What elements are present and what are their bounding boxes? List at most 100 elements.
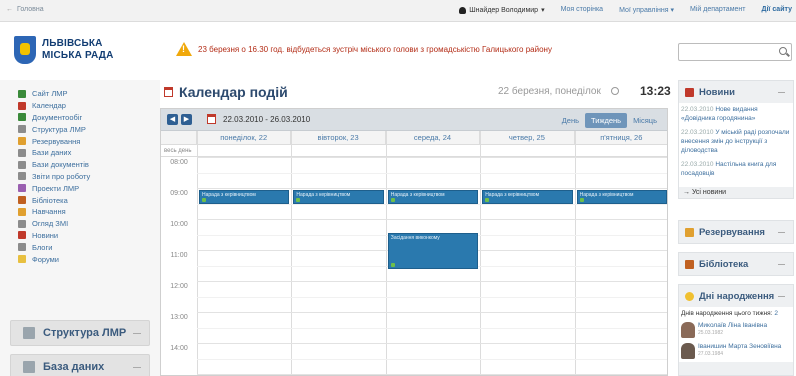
menu-item-icon <box>18 231 26 240</box>
date-picker-icon[interactable] <box>207 114 216 124</box>
day-column-header[interactable]: четвер, 25 <box>480 131 575 145</box>
hour-label: 13:00 <box>170 314 188 321</box>
sidebar-item[interactable]: Бібліотека <box>18 194 160 206</box>
top-nav: Шнайдер Володимир ▾ Моя сторінка Мої упра… <box>459 6 792 14</box>
sidebar-item[interactable]: Документообіг <box>18 112 160 124</box>
menu-item-icon <box>18 184 26 193</box>
sidebar-item[interactable]: Бази документів <box>18 159 160 171</box>
calendar-event[interactable]: Нарада з керівництвом <box>293 190 384 204</box>
calendar-event[interactable]: Засідання виконкому <box>387 233 479 269</box>
home-link[interactable]: ← Головна <box>6 6 44 13</box>
sidebar-item-label: Календар <box>32 101 66 111</box>
event-title: Нарада з керівництвом <box>202 192 256 198</box>
news-item[interactable]: 22.03.2010 Настільна книга для посадовці… <box>681 160 791 178</box>
sidebar-item-label: Новини <box>32 230 59 240</box>
birthday-person[interactable]: Іванишин Марта Зеновіївна 27.03.1984 <box>681 343 791 359</box>
sidebar-item[interactable]: Звіти про роботу <box>18 171 160 183</box>
hour-label: 14:00 <box>170 345 188 352</box>
sidebar-item[interactable]: Бази даних <box>18 147 160 159</box>
person-birth-date: 25.03.1982 <box>698 330 724 336</box>
person-name: Іванишин Марта Зеновіївна <box>698 343 782 350</box>
date-range: 22.03.2010 - 26.03.2010 <box>223 115 311 124</box>
my-department-link[interactable]: Мій департамент <box>690 6 745 14</box>
collapse-icon[interactable] <box>778 296 785 297</box>
news-header[interactable]: Новини <box>679 81 793 103</box>
recurrence-icon <box>390 262 395 267</box>
site-actions-link[interactable]: Дії сайту <box>761 6 792 14</box>
book-icon <box>685 259 694 269</box>
collapse-icon[interactable] <box>778 264 785 265</box>
sidebar-item-label: Навчання <box>32 207 66 217</box>
view-tab[interactable]: День <box>556 113 585 128</box>
view-tab[interactable]: Місяць <box>627 113 663 128</box>
column-divider <box>197 131 198 375</box>
sidebar-item-label: Документообіг <box>32 112 83 122</box>
calendar-event[interactable]: Нарада з керівництвом <box>576 190 667 204</box>
calendar-event[interactable]: Нарада з керівництвом <box>482 190 573 204</box>
sidebar-item-label: Бази документів <box>32 160 89 170</box>
sidebar-block-structure[interactable]: Структура ЛМР <box>10 320 150 346</box>
day-column-header[interactable]: середа, 24 <box>385 131 481 145</box>
sidebar-item[interactable]: Огляд ЗМІ <box>18 218 160 230</box>
sidebar-item[interactable]: Структура ЛМР <box>18 123 160 135</box>
person-name: Миколаїв Ліна Іванівна <box>698 322 768 329</box>
library-panel[interactable]: Бібліотека <box>678 252 794 276</box>
day-column-header[interactable]: вівторок, 23 <box>291 131 386 145</box>
event-title: Нарада з керівництвом <box>296 192 351 198</box>
birthday-person[interactable]: Миколаїв Ліна Іванівна 25.03.1982 <box>681 322 791 338</box>
calendar-event[interactable]: Нарада з керівництвом <box>387 190 479 204</box>
collapse-icon[interactable] <box>778 232 785 233</box>
avatar <box>681 322 695 338</box>
collapse-icon[interactable] <box>133 333 141 334</box>
reservation-icon <box>685 227 694 237</box>
recurrence-icon <box>390 197 395 202</box>
sidebar-item[interactable]: Блоги <box>18 241 160 253</box>
menu-item-icon <box>18 148 26 157</box>
sidebar-item-label: Проекти ЛМР <box>32 183 80 193</box>
news-item[interactable]: 22.03.2010 Нове видання «Довідника город… <box>681 105 791 123</box>
chevron-down-icon: ▾ <box>670 7 675 14</box>
reservations-panel[interactable]: Резервування <box>678 220 794 244</box>
sidebar-item[interactable]: Форуми <box>18 253 160 265</box>
sidebar-item-label: Бази даних <box>32 148 72 158</box>
sidebar-block-database[interactable]: База даних <box>10 354 150 376</box>
birthdays-header[interactable]: Дні народження <box>679 285 793 307</box>
sidebar-item-label: Блоги <box>32 242 53 252</box>
current-date: 22 березня, понеділок <box>498 86 623 97</box>
sidebar-item[interactable]: Новини <box>18 230 160 242</box>
user-menu[interactable]: Шнайдер Володимир ▾ <box>459 6 545 14</box>
news-list: 22.03.2010 Нове видання «Довідника город… <box>679 103 793 187</box>
collapse-icon[interactable] <box>133 367 141 368</box>
sidebar-item[interactable]: Навчання <box>18 206 160 218</box>
day-column-header[interactable]: понеділок, 22 <box>197 131 292 145</box>
time-column-header <box>161 131 197 145</box>
calendar-event[interactable]: Нарада з керівництвом <box>199 190 290 204</box>
next-week-button[interactable]: ▶ <box>181 114 192 125</box>
menu-item-icon <box>18 255 26 264</box>
menu-item-icon <box>18 101 26 110</box>
collapse-icon[interactable] <box>778 92 785 93</box>
sidebar-item[interactable]: Календар <box>18 100 160 112</box>
news-panel: Новини 22.03.2010 Нове видання «Довідник… <box>678 80 794 199</box>
search-icon[interactable] <box>779 47 787 55</box>
day-column-header[interactable]: п'ятниця, 26 <box>574 131 667 145</box>
sidebar-item[interactable]: Проекти ЛМР <box>18 182 160 194</box>
search-input[interactable] <box>678 43 792 61</box>
logo[interactable]: ЛЬВІВСЬКА МІСЬКА РАДА <box>14 30 164 70</box>
prev-week-button[interactable]: ◀ <box>167 114 178 125</box>
menu-item-icon <box>18 219 26 228</box>
sidebar-item[interactable]: Сайт ЛМР <box>18 88 160 100</box>
event-title: Засідання виконкому <box>390 235 440 242</box>
all-news-link[interactable]: → Усі новини <box>679 187 793 198</box>
current-time: 13:23 <box>640 84 671 98</box>
coat-of-arms-icon <box>14 36 36 64</box>
my-management-menu[interactable]: Мої управління ▾ <box>619 6 674 14</box>
view-switcher: День Тиждень Місяць <box>556 113 663 128</box>
clock-icon <box>610 87 619 95</box>
menu-item-icon <box>18 89 26 98</box>
sidebar-item[interactable]: Резервування <box>18 135 160 147</box>
my-page-link[interactable]: Моя сторінка <box>561 6 603 14</box>
all-day-row: весь день <box>161 145 667 157</box>
news-item[interactable]: 22.03.2010 У міській раді розпочали внес… <box>681 128 791 155</box>
view-tab[interactable]: Тиждень <box>585 113 628 128</box>
